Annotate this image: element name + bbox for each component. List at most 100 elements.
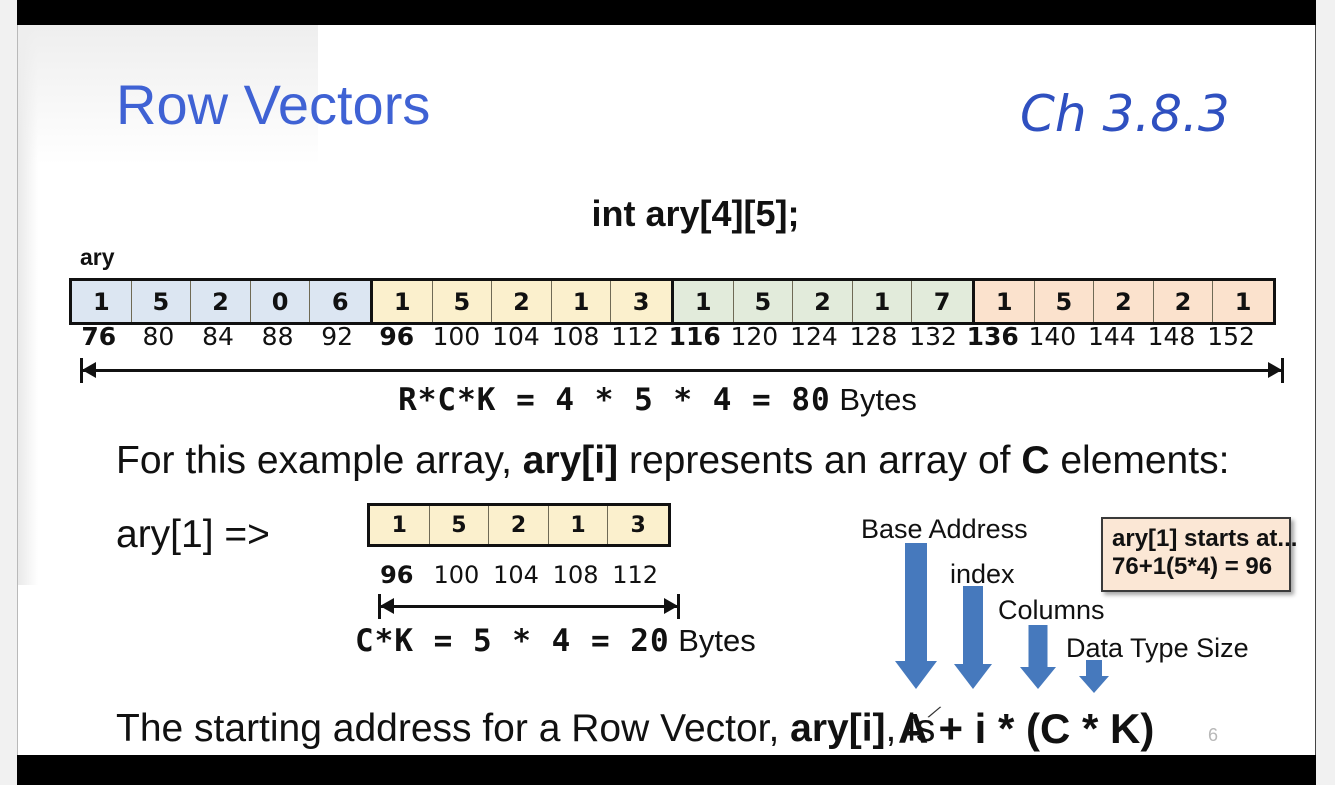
array-cell: 2 — [793, 281, 853, 322]
array-row-group: 15221 — [971, 278, 1276, 325]
array-cell: 7 — [912, 281, 972, 322]
array-cell: 0 — [250, 281, 311, 322]
main-size-formula-unit: Bytes — [839, 382, 917, 417]
array-cell: 5 — [432, 281, 493, 322]
array-cell: 1 — [551, 281, 612, 322]
main-array-address-row: 76 80 84 88 92 96 100 104 108 112 116 120 124 128 132 1… — [69, 322, 1261, 351]
array-address-label: 108 — [551, 322, 600, 351]
array-cell: 5 — [1034, 281, 1095, 322]
array-address-label: 100 — [432, 322, 481, 351]
array-cell: 2 — [1094, 281, 1154, 322]
array-address-label: 132 — [909, 322, 957, 351]
array-cell: 5 — [733, 281, 794, 322]
array-address-label: 140 — [1028, 322, 1077, 351]
array-address-label: 88 — [261, 322, 294, 351]
arrow-head — [954, 664, 992, 689]
array-cell: 3 — [611, 281, 671, 322]
arrow-head — [895, 661, 937, 689]
array-address-label: 112 — [611, 322, 659, 351]
arrow-shaft — [1086, 660, 1102, 676]
array-address-label: 76 — [81, 322, 117, 351]
row-vector-measure-arrow — [378, 591, 680, 621]
main-array-measure-arrow — [80, 355, 1284, 385]
array-address-label: 116 — [668, 322, 721, 351]
row-vector-address-label: 104 — [493, 561, 539, 589]
window-top-bar — [17, 0, 1316, 25]
array-address-label: 124 — [790, 322, 838, 351]
array-address-label: 84 — [202, 322, 234, 351]
measure-left-arrowhead — [380, 598, 394, 614]
array-address-label: 80 — [142, 322, 175, 351]
prose-2-code-ary-i: ary[i] — [790, 707, 886, 750]
page-title: Row Vectors — [116, 73, 431, 136]
array-row-group: 15213 — [369, 278, 674, 325]
row-vector-address-label: 112 — [612, 561, 659, 589]
measure-line — [378, 605, 680, 608]
arrow-base-address — [895, 543, 937, 689]
prose-1-code-ary-i: ary[i] — [522, 439, 619, 482]
measure-right-arrowhead — [664, 598, 678, 614]
callout-box: ary[1] starts at... 76+1(5*4) = 96 — [1101, 517, 1298, 592]
array-cell: 5 — [131, 281, 192, 322]
array-row-group: 15206 — [69, 278, 373, 325]
row-vector-address-label: 108 — [552, 561, 599, 589]
main-array-table: 15206152131521715221 — [69, 278, 1276, 325]
measure-line — [80, 369, 1284, 372]
row-vector-formula-unit: Bytes — [678, 623, 756, 658]
row-vector-table: 15213 — [367, 503, 671, 547]
row-vector-cell: 1 — [548, 506, 609, 544]
measure-left-arrowhead — [82, 362, 96, 378]
array-cell: 2 — [1153, 281, 1214, 322]
array-cell: 2 — [492, 281, 552, 322]
arrow-head — [1020, 667, 1056, 689]
array-address-label: 136 — [966, 322, 1019, 351]
row-vector-formula-expr: C*K = 5 * 4 = 20 — [355, 623, 670, 659]
prose-1-part-c: represents an array of — [618, 439, 1022, 482]
array-cell: 1 — [974, 281, 1035, 322]
main-array-row: 15206152131521715221 — [69, 278, 1276, 325]
arrow-shaft — [905, 543, 927, 661]
array-cell: 1 — [673, 281, 734, 322]
row-vector-cell: 1 — [370, 506, 430, 544]
prose-line-1: For this example array, ary[i] represent… — [116, 439, 1229, 483]
array-cell: 1 — [72, 281, 132, 322]
callout-line-2: 76+1(5*4) = 96 — [1112, 553, 1273, 581]
array-cell: 1 — [372, 281, 433, 322]
arrow-label-columns: Columns — [998, 595, 1105, 625]
array-cell: 1 — [852, 281, 913, 322]
array-address-label: 92 — [321, 322, 354, 351]
arrow-head — [1079, 676, 1109, 693]
prose-2-part-a: The starting address for a Row Vector, — [116, 707, 791, 750]
array-name-label: ary — [80, 244, 115, 270]
prose-1-part-e: elements: — [1049, 439, 1230, 482]
row-vector-label: ary[1] => — [116, 513, 270, 556]
array-address-label: 144 — [1088, 322, 1136, 351]
row-vector-cell: 3 — [608, 506, 668, 544]
prose-line-2: The starting address for a Row Vector, a… — [116, 707, 935, 751]
callout-line-1: ary[1] starts at... — [1112, 525, 1298, 552]
array-row-group: 15217 — [670, 278, 975, 325]
array-address-label: 152 — [1207, 322, 1255, 351]
slide-viewer: Row Vectors Ch 3.8.3 int ary[4][5]; ary … — [0, 0, 1335, 785]
prose-1-symbol-c: C — [1021, 439, 1050, 482]
array-cell: 2 — [191, 281, 251, 322]
array-address-label: 128 — [849, 322, 898, 351]
arrow-columns — [1018, 625, 1058, 689]
row-vector-size-formula: C*K = 5 * 4 = 20 Bytes — [355, 623, 756, 659]
left-shadow-overlay — [18, 25, 38, 585]
chapter-label: Ch 3.8.3 — [1020, 85, 1230, 143]
slide-canvas: Row Vectors Ch 3.8.3 int ary[4][5]; ary … — [17, 25, 1316, 755]
measure-right-arrowhead — [1268, 362, 1282, 378]
main-size-formula: R*C*K = 4 * 5 * 4 = 80 Bytes — [18, 382, 1317, 418]
row-vector-address-row: 96 100 104 108 112 — [367, 561, 665, 589]
arrow-shaft — [1028, 625, 1048, 667]
row-vector-cell: 2 — [489, 506, 549, 544]
prose-1-part-a: For this example array, — [116, 439, 523, 482]
array-cell: 6 — [310, 281, 370, 322]
array-declaration-text: int ary[4][5]; — [591, 193, 800, 234]
row-vector-cell: 5 — [429, 506, 490, 544]
arrow-index — [952, 586, 994, 689]
array-address-label: 120 — [730, 322, 779, 351]
arrow-label-base-address: Base Address — [861, 514, 1028, 544]
main-size-formula-expr: R*C*K = 4 * 5 * 4 = 80 — [398, 382, 831, 418]
